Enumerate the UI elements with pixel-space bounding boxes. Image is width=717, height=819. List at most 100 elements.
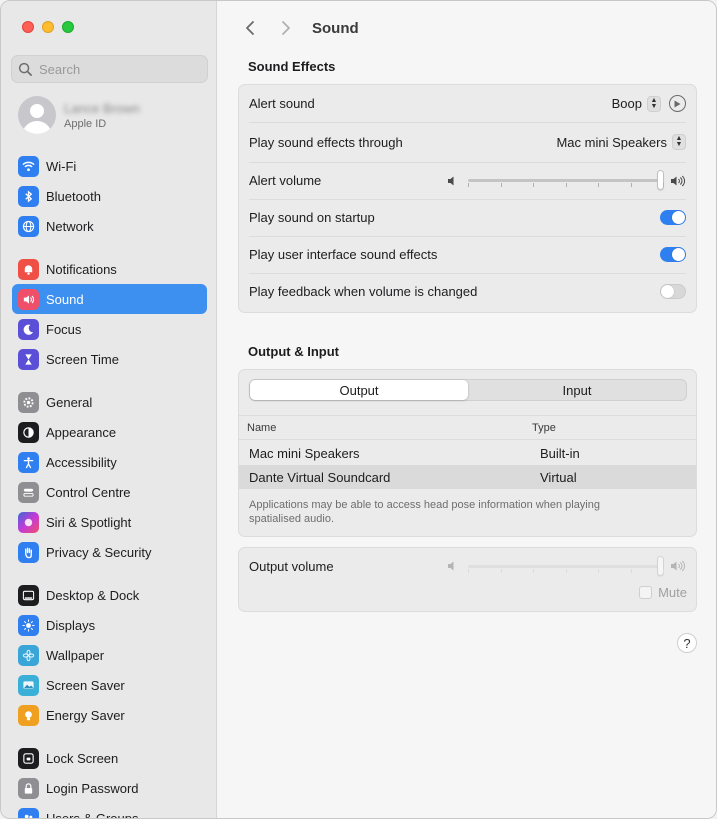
output-volume-slider[interactable] [446,555,686,576]
chevron-right-icon [282,21,290,35]
bulb-icon [18,704,39,726]
help-button[interactable]: ? [677,633,697,653]
forward-button[interactable] [274,16,298,40]
sidebar-item-wallpaper[interactable]: Wallpaper [12,640,207,670]
column-header-type[interactable]: Type [532,422,556,434]
sidebar-item-screen-time[interactable]: Screen Time [12,344,207,374]
sidebar-item-lock-screen[interactable]: Lock Screen [12,743,207,773]
column-header-name[interactable]: Name [239,422,532,434]
toolbar: Sound [218,1,716,55]
volume-feedback-toggle[interactable] [660,284,686,299]
sidebar-item-appearance[interactable]: Appearance [12,417,207,447]
play-alert-button[interactable] [669,95,686,112]
lock-icon [18,777,39,799]
sidebar-item-accessibility[interactable]: Accessibility [12,447,207,477]
sidebar-group-system: General Appearance Accessibility Control… [12,387,207,567]
output-volume-track[interactable] [468,555,664,576]
dock-icon [18,584,39,606]
sidebar-item-energy-saver[interactable]: Energy Saver [12,700,207,730]
slider-tick [501,568,502,573]
sidebar-item-desktop-dock[interactable]: Desktop & Dock [12,580,207,610]
sidebar-item-label: Bluetooth [46,188,101,204]
sidebar-item-notifications[interactable]: Notifications [12,254,207,284]
slider-tick [566,568,567,573]
sidebar-item-users-groups[interactable]: Users & Groups [12,803,207,819]
alert-volume-track[interactable] [468,170,664,190]
sound-effects-group: Alert sound Boop ▲ ▼ Play sound effects t… [238,84,697,313]
moon-icon [18,318,39,340]
sidebar-item-displays[interactable]: Displays [12,610,207,640]
sidebar-item-focus[interactable]: Focus [12,314,207,344]
startup-sound-toggle[interactable] [660,210,686,225]
sidebar-item-label: General [46,394,93,410]
search-input[interactable] [39,61,189,77]
play-through-label: Play sound effects through [249,134,403,150]
tab-input[interactable]: Input [468,380,686,400]
alert-volume-knob[interactable] [657,170,664,190]
mute-label: Mute [658,585,687,600]
mute-checkbox-row[interactable]: Mute [639,585,687,600]
sidebar-item-label: Screen Time [46,351,119,367]
slider-tick [598,568,599,573]
sidebar-item-label: Privacy & Security [46,544,152,560]
table-row[interactable]: Dante Virtual Soundcard Virtual [239,465,696,489]
appearance-icon [18,421,39,443]
sidebar-item-label: Users & Groups [46,810,139,819]
sidebar-item-label: Wi-Fi [46,158,77,174]
alert-volume-row: Alert volume [239,162,696,199]
sidebar-item-label: Control Centre [46,484,131,500]
alert-volume-slider[interactable] [446,170,686,190]
output-volume-knob[interactable] [657,555,664,576]
table-row[interactable]: Mac mini Speakers Built-in [239,441,696,465]
alert-sound-row: Alert sound Boop ▲ ▼ [239,85,696,122]
ui-sound-effects-row: Play user interface sound effects [239,236,696,273]
apple-id-account[interactable]: Lance Brown Apple ID [18,96,140,134]
sidebar-item-label: Accessibility [46,454,117,470]
play-through-popup[interactable]: Mac mini Speakers ▲ ▼ [556,134,686,150]
sidebar-item-screen-saver[interactable]: Screen Saver [12,670,207,700]
minimize-button[interactable] [42,21,54,33]
ui-sound-effects-label: Play user interface sound effects [249,247,438,262]
sidebar-item-privacy-security[interactable]: Privacy & Security [12,537,207,567]
sidebar-item-label: Energy Saver [46,707,125,723]
tab-output[interactable]: Output [250,380,468,400]
sidebar-item-wifi[interactable]: Wi-Fi [12,151,207,181]
sidebar-item-general[interactable]: General [12,387,207,417]
close-button[interactable] [22,21,34,33]
bluetooth-icon [18,185,39,207]
sidebar-item-login-password[interactable]: Login Password [12,773,207,803]
ui-sound-effects-toggle[interactable] [660,247,686,262]
sidebar-item-label: Displays [46,617,96,633]
sidebar-item-siri-spotlight[interactable]: Siri & Spotlight [12,507,207,537]
device-type: Virtual [540,469,577,485]
sidebar-item-bluetooth[interactable]: Bluetooth [12,181,207,211]
back-button[interactable] [238,16,262,40]
hourglass-icon [18,348,39,370]
sidebar-item-sound[interactable]: Sound [12,284,207,314]
alert-sound-popup[interactable]: Boop ▲ ▼ [612,95,661,112]
volume-feedback-row: Play feedback when volume is changed [239,273,696,310]
alert-sound-label: Alert sound [249,96,315,111]
volume-high-icon [671,175,686,186]
slider-tick [566,183,567,187]
play-through-row: Play sound effects through Mac mini Spea… [239,122,696,162]
search-field[interactable] [11,55,208,83]
sidebar-item-control-centre[interactable]: Control Centre [12,477,207,507]
slider-tick [533,183,534,187]
control-centre-icon [18,481,39,503]
slider-tick [468,183,469,187]
slider-tick [533,568,534,573]
play-icon [674,100,681,107]
wifi-icon [18,155,39,177]
slider-tick [598,183,599,187]
slider-tick [631,183,632,187]
zoom-button[interactable] [62,21,74,33]
sidebar-item-label: Screen Saver [46,677,125,693]
mute-checkbox[interactable] [639,586,653,599]
users-icon [18,807,39,818]
sidebar-item-label: Appearance [46,424,117,440]
lock-screen-icon [18,747,39,769]
settings-window: Lance Brown Apple ID Wi-Fi Bluetooth Net… [0,0,717,819]
flower-icon [18,644,39,666]
sidebar-item-network[interactable]: Network [12,211,207,241]
